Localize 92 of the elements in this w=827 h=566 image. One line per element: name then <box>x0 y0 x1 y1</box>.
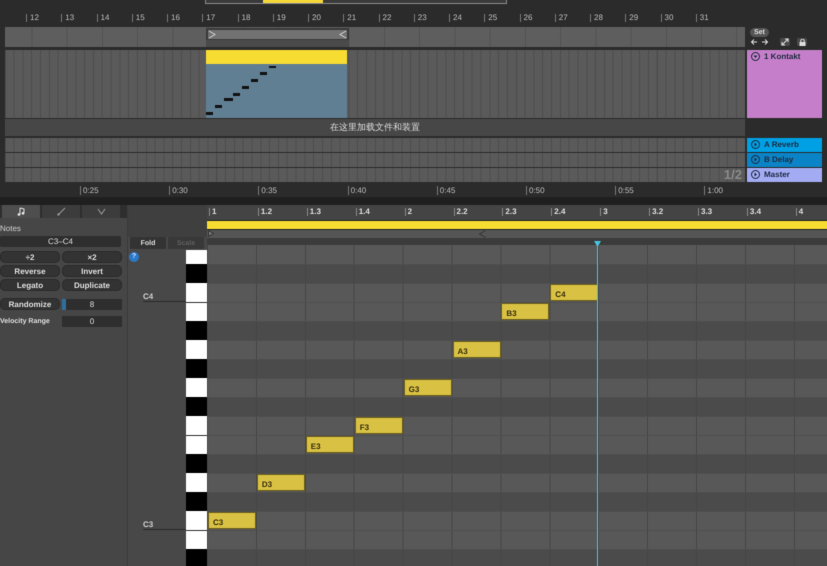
page-indicator: 1/2 <box>724 167 742 182</box>
bar-number: 12 <box>26 14 39 22</box>
note-button[interactable]: ×2 <box>62 251 122 263</box>
ruler-label: 2.3 <box>502 208 517 216</box>
midi-note[interactable]: D3 <box>256 474 305 491</box>
track-name: B Delay <box>764 155 794 164</box>
clip-header[interactable] <box>206 50 347 64</box>
bar-number: 16 <box>167 14 180 22</box>
ruler-label: 4 <box>796 208 804 216</box>
randomize-button[interactable]: Randomize <box>0 298 60 310</box>
tab[interactable] <box>42 205 80 218</box>
midi-note[interactable]: B3 <box>501 303 550 320</box>
ruler-label: 1.4 <box>356 208 370 216</box>
track-header[interactable]: 1 Kontakt <box>747 50 822 118</box>
ruler-label: 1.2 <box>258 208 272 216</box>
ruler-label: 3.3 <box>698 208 712 216</box>
note-button[interactable]: Duplicate <box>62 279 122 291</box>
bar-number: 14 <box>96 14 110 22</box>
ruler-label: 1 <box>209 208 216 216</box>
time-label: 0:50 <box>526 186 545 195</box>
bar-number: 23 <box>414 14 427 22</box>
track-name: Master <box>764 170 790 179</box>
bar-number: 26 <box>520 14 532 22</box>
lock-icon[interactable] <box>798 38 806 46</box>
track-header[interactable]: A Reverb <box>747 138 822 152</box>
tab[interactable] <box>82 205 120 218</box>
note-icon <box>16 207 26 216</box>
track-name: A Reverb <box>764 140 799 149</box>
playhead-marker-icon <box>594 241 602 247</box>
bar-number: 13 <box>61 14 74 22</box>
loop-bar[interactable] <box>207 220 827 230</box>
ruler-label: 1.3 <box>306 208 321 216</box>
time-label: 0:40 <box>348 186 366 195</box>
bar-number: 20 <box>308 14 321 22</box>
track-header[interactable]: B Delay <box>747 153 822 167</box>
tab[interactable] <box>2 205 40 218</box>
time-label: 0:25 <box>80 186 99 195</box>
bar-number: 22 <box>378 14 392 22</box>
drop-hint: 在这里加载文件和装置 <box>330 121 420 134</box>
time-label: 0:55 <box>615 186 634 195</box>
midi-note[interactable]: C4 <box>550 284 598 301</box>
midi-clip[interactable] <box>206 50 347 118</box>
note-button[interactable]: Legato <box>0 279 60 291</box>
chevron-icon <box>96 207 106 216</box>
velocity-range-field[interactable]: 0 <box>62 316 122 327</box>
note-button[interactable]: ÷2 <box>0 251 60 263</box>
bar-number: 27 <box>554 14 568 22</box>
right-arrow-icon[interactable] <box>761 38 769 46</box>
section-title: Notes <box>0 224 22 233</box>
bar-number: 30 <box>660 14 674 22</box>
ruler-label: 3.2 <box>649 208 664 216</box>
midi-note[interactable]: A3 <box>452 341 500 358</box>
ruler-label: 2.4 <box>551 208 566 216</box>
time-label: 0:45 <box>436 186 456 195</box>
track-header[interactable]: Master <box>747 168 822 182</box>
ruler-label: 2.2 <box>454 208 468 216</box>
piano-keyboard-drawing[interactable] <box>186 250 207 566</box>
randomize-field[interactable]: 8 <box>62 298 122 310</box>
bar-number: 17 <box>202 14 216 22</box>
note-button[interactable]: Invert <box>62 265 122 277</box>
time-label: 1:00 <box>704 186 723 195</box>
end-marker-icon[interactable] <box>479 230 486 238</box>
octave-label: C3 <box>143 520 154 529</box>
randomize-value: 8 <box>90 300 94 308</box>
loop-brace[interactable] <box>206 28 349 41</box>
range-field[interactable]: C3–C4 <box>0 236 121 247</box>
time-label: 0:30 <box>169 186 188 195</box>
midi-note[interactable]: E3 <box>306 436 354 453</box>
diagonal-arrows-icon[interactable] <box>781 38 789 46</box>
track-name: 1 Kontakt <box>764 52 800 61</box>
ruler-label: 2 <box>404 208 412 216</box>
left-arrow-icon[interactable] <box>750 38 758 46</box>
bar-number: 18 <box>238 14 250 22</box>
midi-note[interactable]: G3 <box>404 379 452 396</box>
bar-number: 15 <box>132 14 145 22</box>
midi-note[interactable]: F3 <box>354 417 403 434</box>
bar-number: 19 <box>272 14 286 22</box>
note-button[interactable]: Reverse <box>0 265 60 277</box>
midi-note[interactable]: C3 <box>208 512 256 529</box>
midi-notes-drawing <box>206 66 276 118</box>
bar-number: 29 <box>625 14 638 22</box>
bar-number: 25 <box>484 14 498 22</box>
time-label: 0:35 <box>258 186 277 195</box>
overview-bar[interactable] <box>205 0 507 4</box>
pencil-icon <box>56 207 66 216</box>
bar-number: 21 <box>343 14 356 22</box>
bar-number: 24 <box>449 14 462 22</box>
bar-number: 28 <box>590 14 603 22</box>
ruler-label: 3 <box>600 208 608 216</box>
bar-number: 31 <box>696 14 709 22</box>
octave-label: C4 <box>143 292 154 301</box>
ruler-label: 3.4 <box>746 208 762 216</box>
